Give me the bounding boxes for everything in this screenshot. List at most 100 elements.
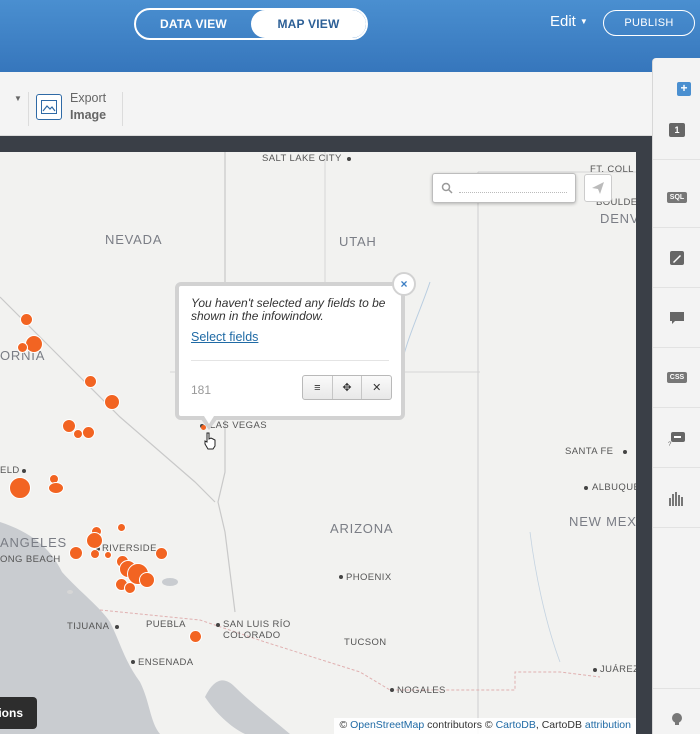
map-point[interactable]: [117, 523, 126, 532]
sql-icon: SQL: [666, 192, 688, 203]
infowindow-divider: [191, 360, 389, 361]
map-point[interactable]: [20, 313, 33, 326]
map-label-puebla: PUEBLA: [146, 619, 186, 630]
basemap: [0, 152, 636, 734]
right-side-panel: + 1 SQL CSS ?: [652, 58, 700, 734]
wizard-tab[interactable]: [653, 228, 700, 288]
city-marker: [115, 625, 119, 629]
map-label-tijuana: TIJUANA: [67, 621, 110, 632]
city-marker: [347, 157, 351, 161]
edit-menu[interactable]: Edit ▼: [550, 13, 588, 30]
sql-tab[interactable]: SQL: [653, 168, 700, 228]
map-point[interactable]: [73, 429, 83, 439]
export-label-line2: Image: [70, 108, 107, 122]
map-label-salt-lake-city: SALT LAKE CITY: [262, 153, 342, 164]
hand-cursor-icon: [204, 432, 216, 450]
city-marker: [131, 660, 135, 664]
map-point[interactable]: [104, 394, 120, 410]
infowindow-close-button[interactable]: ×: [392, 272, 416, 296]
legends-tab[interactable]: ?: [653, 408, 700, 468]
map-label-utah: UTAH: [339, 234, 377, 249]
legend-icon: ?: [668, 431, 685, 447]
close-icon[interactable]: ✕: [362, 376, 391, 399]
attribution-prefix: ©: [339, 719, 351, 731]
infowindow-cartodb-id: 181: [191, 383, 212, 397]
map-point[interactable]: [139, 572, 155, 588]
menu-icon[interactable]: ≡: [303, 376, 333, 399]
brush-icon: [670, 250, 684, 265]
chevron-down-icon[interactable]: ▼: [14, 94, 22, 103]
top-header: DATA VIEW MAP VIEW Edit ▼ PUBLISH: [0, 0, 700, 72]
map-point[interactable]: [86, 532, 103, 549]
map-point[interactable]: [189, 630, 202, 643]
map-canvas[interactable]: SALT LAKE CITY FT. COLL BOULDE DENV NEVA…: [0, 152, 636, 734]
svg-text:?: ?: [668, 442, 672, 447]
search-submit-button[interactable]: [584, 174, 612, 202]
add-layer-button[interactable]: +: [677, 82, 691, 96]
map-point[interactable]: [17, 342, 28, 353]
map-label-santa-fe: SANTA FE: [565, 446, 614, 457]
css-tab[interactable]: CSS: [653, 348, 700, 408]
map-point[interactable]: [124, 582, 136, 594]
map-point[interactable]: [69, 546, 83, 560]
map-point[interactable]: [90, 549, 100, 559]
toolbar-divider: [122, 92, 123, 126]
map-point[interactable]: [104, 551, 112, 559]
city-marker: [623, 450, 627, 454]
histogram-icon: [669, 491, 683, 506]
city-marker: [22, 469, 26, 473]
osm-link[interactable]: OpenStreetMap: [350, 719, 424, 731]
search-icon: [441, 182, 453, 194]
map-label-denver: DENV: [600, 211, 636, 226]
publish-button[interactable]: PUBLISH: [603, 10, 695, 36]
infowindow: You haven't selected any fields to be sh…: [175, 282, 405, 420]
map-label-arizona: ARIZONA: [330, 521, 394, 536]
map-point[interactable]: [82, 426, 95, 439]
city-marker: [339, 575, 343, 579]
city-marker: [216, 623, 220, 627]
infowindow-tab[interactable]: [653, 288, 700, 348]
help-tab[interactable]: [653, 688, 700, 734]
move-icon[interactable]: ✥: [333, 376, 363, 399]
city-marker: [593, 668, 597, 672]
export-image-label: Export Image: [70, 90, 106, 124]
infowindow-tail-inner: [204, 416, 214, 424]
chevron-down-icon: ▼: [579, 17, 588, 26]
map-label-long-beach: ONG BEACH: [0, 554, 61, 565]
speech-bubble-icon: [670, 311, 684, 324]
map-options-button[interactable]: ions: [0, 697, 37, 729]
cartodb-link[interactable]: CartoDB: [496, 719, 536, 731]
map-point[interactable]: [155, 547, 168, 560]
infowindow-message: You haven't selected any fields to be sh…: [191, 296, 386, 323]
map-point[interactable]: [9, 477, 31, 499]
paper-plane-icon: [592, 182, 604, 194]
data-view-tab[interactable]: DATA VIEW: [136, 10, 251, 38]
map-attribution: © OpenStreetMap contributors © CartoDB, …: [334, 718, 636, 734]
map-point[interactable]: [84, 375, 97, 388]
map-label-juarez: JUÁREZ: [600, 664, 636, 675]
map-label-new-mexico: NEW MEXIC: [569, 514, 636, 529]
edit-label: Edit: [550, 13, 576, 30]
export-image-button[interactable]: Export Image: [36, 90, 106, 124]
map-point[interactable]: [48, 482, 64, 494]
map-label-colorado: COLORADO: [223, 630, 281, 641]
attribution-link[interactable]: attribution: [585, 719, 631, 731]
map-label-los-angeles: ANGELES: [0, 535, 68, 550]
map-label-bakersfield: ELD: [0, 465, 20, 476]
map-label-nevada: NEVADA: [105, 232, 163, 247]
map-label-ensenada: ENSENADA: [138, 657, 194, 668]
map-search-box[interactable]: [432, 173, 576, 203]
map-point[interactable]: [25, 335, 43, 353]
attribution-mid: contributors ©: [424, 719, 496, 731]
css-icon: CSS: [666, 372, 688, 383]
search-input[interactable]: [459, 192, 567, 193]
filters-tab[interactable]: [653, 468, 700, 528]
map-label-las-vegas: LAS VEGAS: [210, 420, 267, 431]
select-fields-link[interactable]: Select fields: [191, 330, 258, 344]
map-label-phoenix: PHOENIX: [346, 572, 392, 583]
layer-tab[interactable]: 1: [653, 100, 700, 160]
map-view-tab[interactable]: MAP VIEW: [251, 10, 366, 38]
export-label-line1: Export: [70, 91, 107, 105]
attribution-mid2: , CartoDB: [535, 719, 585, 731]
map-label-albuquerque: ALBUQUE: [592, 482, 636, 493]
